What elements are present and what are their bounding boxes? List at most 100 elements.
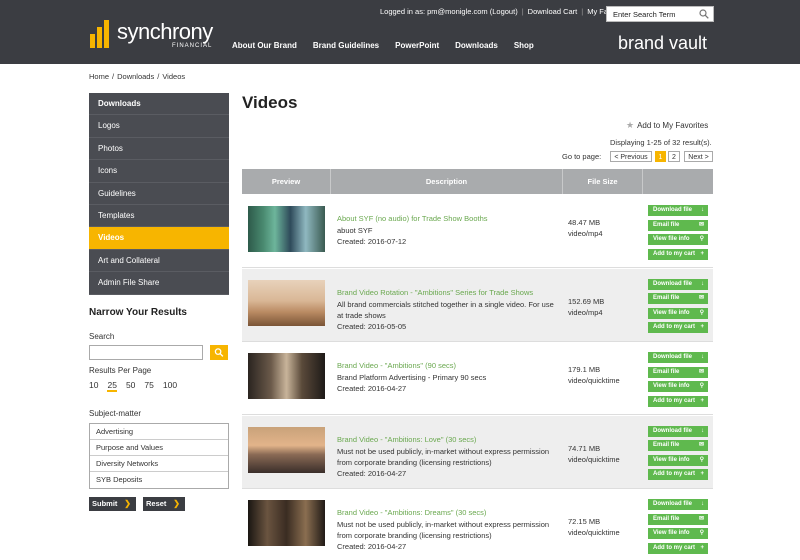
video-title-link[interactable]: Brand Video - "Ambitions" (90 secs) <box>337 361 456 370</box>
synchrony-logo[interactable]: synchrony FINANCIAL <box>90 19 230 50</box>
subject-option[interactable]: Purpose and Values <box>90 440 228 456</box>
rpp-option-10[interactable]: 10 <box>89 380 98 390</box>
next-page-button[interactable]: Next > <box>684 151 713 162</box>
account-bar: Logged in as: pm@monigle.com (Logout) | Do… <box>380 7 630 16</box>
sidebar-item-templates[interactable]: Templates <box>89 204 229 228</box>
rpp-option-50[interactable]: 50 <box>126 380 135 390</box>
view-file-info-button[interactable]: View file info ⚲ <box>648 381 708 392</box>
logged-in-link[interactable]: Logged in as: pm@monigle.com (Logout) <box>380 7 518 16</box>
subject-matter-list[interactable]: Advertising Purpose and Values Diversity… <box>89 423 229 489</box>
add-to-favorites-link[interactable]: ★ Add to My Favorites <box>626 120 708 131</box>
video-description: Must not be used publicly, in-market wit… <box>337 520 550 540</box>
sidebar-search-input[interactable] <box>89 345 203 360</box>
view-file-info-button[interactable]: View file info ⚲ <box>648 454 708 466</box>
video-title-link[interactable]: Brand Video Rotation - "Ambitions" Serie… <box>337 288 533 297</box>
download-file-button[interactable]: Download file ↓ <box>648 205 708 216</box>
breadcrumb-home[interactable]: Home <box>89 72 109 81</box>
view-file-info-button[interactable]: View file info ⚲ <box>648 307 708 319</box>
action-label: View file info <box>653 383 690 389</box>
video-title-link[interactable]: About SYF (no audio) for Trade Show Boot… <box>337 214 488 223</box>
header-search-input[interactable]: Enter Search Term <box>606 6 714 22</box>
nav-shop[interactable]: Shop <box>514 41 534 50</box>
video-description: abuot SYF <box>337 226 373 235</box>
file-size-cell: 179.1 MB video/quicktime <box>568 364 620 386</box>
site-header: synchrony FINANCIAL Logged in as: pm@mon… <box>0 0 800 64</box>
search-icon: ⚲ <box>699 236 704 242</box>
row-actions: Download file ↓ Email file ✉ View file info ⚲… <box>648 425 708 484</box>
search-icon[interactable] <box>699 9 709 19</box>
email-file-button[interactable]: Email file ✉ <box>648 219 708 231</box>
chevron-right-icon: ❯ <box>173 499 180 508</box>
nav-downloads[interactable]: Downloads <box>455 41 498 50</box>
download-file-button[interactable]: Download file ↓ <box>648 278 708 290</box>
logo-subtext: FINANCIAL <box>172 43 213 49</box>
email-file-button[interactable]: Email file ✉ <box>648 513 708 525</box>
subject-option[interactable]: Advertising <box>90 424 228 440</box>
download-file-button[interactable]: Download file ↓ <box>648 499 708 510</box>
breadcrumb: Home / Downloads / Videos <box>89 72 186 81</box>
video-description: Brand Platform Advertising - Primary 90 … <box>337 373 487 382</box>
sidebar-item-admin-file-share[interactable]: Admin File Share <box>89 272 229 295</box>
download-file-button[interactable]: Download file ↓ <box>648 425 708 437</box>
page-button-1[interactable]: 1 <box>655 151 666 162</box>
subject-option[interactable]: Diversity Networks <box>90 456 228 472</box>
nav-powerpoint[interactable]: PowerPoint <box>395 41 439 50</box>
video-thumbnail[interactable] <box>248 353 325 399</box>
email-file-button[interactable]: Email file ✉ <box>648 293 708 304</box>
sidebar-nav: Downloads Logos Photos Icons Guidelines … <box>89 93 229 295</box>
main-nav: About Our Brand Brand Guidelines PowerPoin… <box>232 41 550 50</box>
sidebar-item-logos[interactable]: Logos <box>89 115 229 138</box>
add-to-cart-button[interactable]: Add to my cart + <box>648 542 708 554</box>
nav-brand-guidelines[interactable]: Brand Guidelines <box>313 41 379 50</box>
submit-button[interactable]: Submit ❯ <box>89 497 136 511</box>
reset-button[interactable]: Reset ❯ <box>143 497 185 511</box>
results-per-page-options: 10 25 50 75 100 <box>89 380 186 392</box>
file-size-cell: 152.69 MB video/mp4 <box>568 296 604 318</box>
email-file-button[interactable]: Email file ✉ <box>648 366 708 378</box>
previous-page-button[interactable]: < Previous <box>610 151 652 162</box>
sidebar-item-art-and-collateral[interactable]: Art and Collateral <box>89 249 229 273</box>
action-label: Add to my cart <box>653 250 696 257</box>
action-label: Add to my cart <box>653 397 696 404</box>
action-label: Email file <box>653 221 680 228</box>
video-thumbnail[interactable] <box>248 426 325 473</box>
rpp-option-100[interactable]: 100 <box>163 380 177 390</box>
table-row: Brand Video - "Ambitions: Dreams" (30 se… <box>242 489 713 560</box>
breadcrumb-downloads[interactable]: Downloads <box>117 72 154 81</box>
sidebar-item-photos[interactable]: Photos <box>89 137 229 161</box>
subject-option[interactable]: SYB Deposits <box>90 472 228 488</box>
video-thumbnail[interactable] <box>248 279 325 326</box>
email-icon: ✉ <box>698 295 704 301</box>
results-per-page-label: Results Per Page <box>89 366 152 375</box>
add-to-cart-button[interactable]: Add to my cart + <box>648 322 708 333</box>
video-thumbnail[interactable] <box>248 500 325 546</box>
sidebar-item-downloads[interactable]: Downloads <box>89 93 229 116</box>
add-to-cart-button[interactable]: Add to my cart + <box>648 248 708 260</box>
video-description: Must not be used publicly, in-market wit… <box>337 446 550 467</box>
action-label: View file info <box>653 236 690 242</box>
rpp-option-75[interactable]: 75 <box>144 380 153 390</box>
download-cart-link[interactable]: Download Cart <box>528 7 578 16</box>
download-file-button[interactable]: Download file ↓ <box>648 352 708 363</box>
email-file-button[interactable]: Email file ✉ <box>648 440 708 451</box>
plus-icon: + <box>700 250 704 257</box>
nav-about-our-brand[interactable]: About Our Brand <box>232 41 297 50</box>
sidebar-item-icons[interactable]: Icons <box>89 160 229 183</box>
view-file-info-button[interactable]: View file info ⚲ <box>648 528 708 539</box>
download-icon: ↓ <box>701 354 704 360</box>
page-button-2[interactable]: 2 <box>668 151 680 162</box>
file-size: 48.47 MB <box>568 218 601 227</box>
table-row: Brand Video - "Ambitions: Love" (30 secs… <box>242 415 713 489</box>
add-to-cart-button[interactable]: Add to my cart + <box>648 469 708 480</box>
video-thumbnail[interactable] <box>248 206 325 252</box>
sidebar-item-videos[interactable]: Videos <box>89 227 229 250</box>
file-size: 179.1 MB <box>568 365 601 374</box>
video-title-link[interactable]: Brand Video - "Ambitions: Love" (30 secs… <box>337 435 476 444</box>
video-title-link[interactable]: Brand Video - "Ambitions: Dreams" (30 se… <box>337 508 486 517</box>
rpp-option-25[interactable]: 25 <box>107 380 117 392</box>
sidebar-item-guidelines[interactable]: Guidelines <box>89 182 229 205</box>
view-file-info-button[interactable]: View file info ⚲ <box>648 234 708 245</box>
star-icon: ★ <box>626 120 635 130</box>
add-to-cart-button[interactable]: Add to my cart + <box>648 395 708 407</box>
sidebar-search-button[interactable] <box>210 345 228 360</box>
